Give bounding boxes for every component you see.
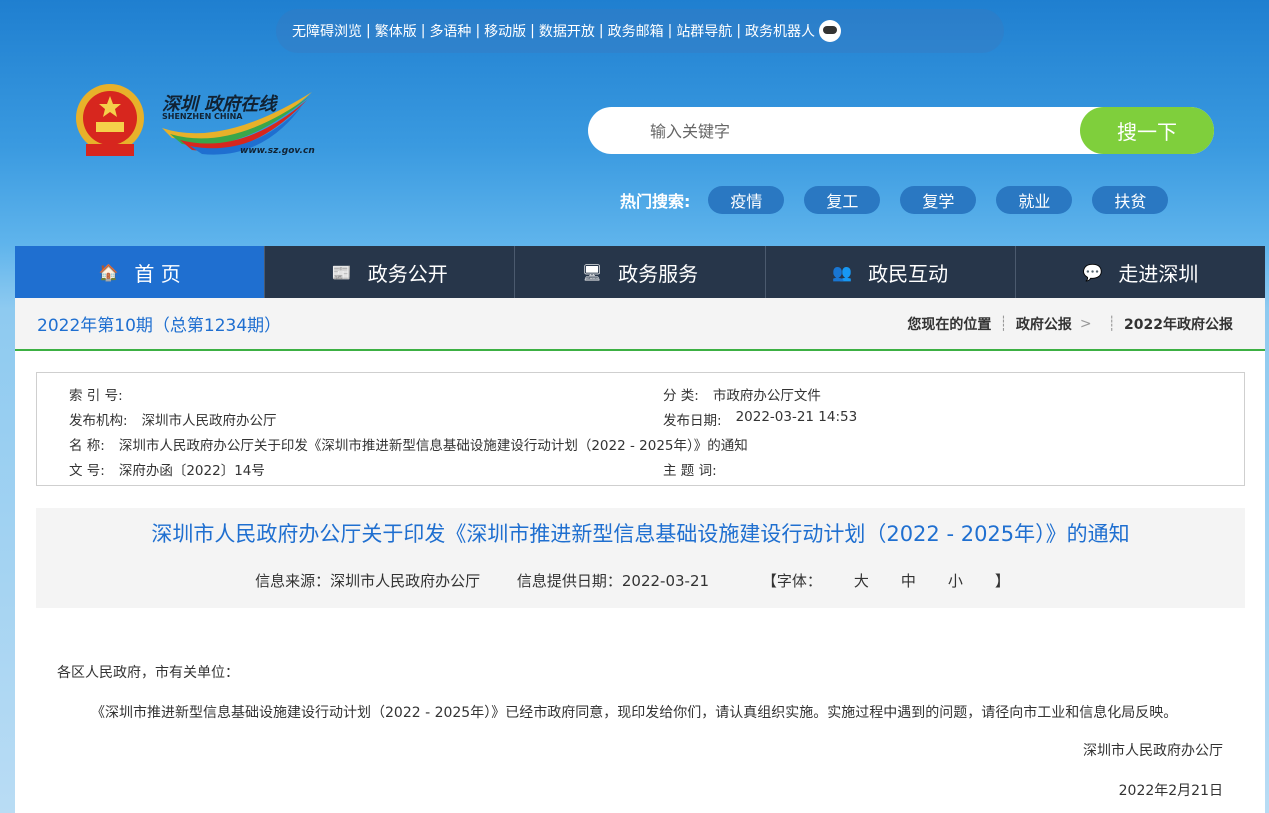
publisher-value: 深圳市人民政府办公厅 — [141, 412, 277, 429]
font-medium-button[interactable]: 中 — [901, 572, 916, 590]
font-label: 【字体： — [761, 572, 822, 590]
location-label: 您现在的位置 — [907, 316, 992, 333]
font-large-button[interactable]: 大 — [854, 572, 869, 590]
nav-gov-services-label: 政务服务 — [618, 261, 699, 286]
robot-icon[interactable] — [819, 20, 842, 42]
nav-gov-affairs-open-label: 政务公开 — [367, 261, 448, 286]
docno-value: 深府办函〔2022〕14号 — [118, 462, 265, 479]
link-mobile[interactable]: 移动版 — [484, 21, 526, 41]
hot-tag-employment[interactable]: 就业 — [996, 186, 1073, 214]
nav-interaction[interactable]: 👥 政民互动 — [766, 246, 1016, 298]
keywords-label: 主 题 词: — [663, 462, 717, 479]
hot-search-label: 热门搜索: — [620, 192, 691, 211]
pubdate-label: 发布日期: — [663, 412, 722, 429]
info-source: 信息来源：深圳市人民政府办公厅 — [255, 572, 481, 590]
nav-interaction-label: 政民互动 — [868, 261, 949, 286]
news-icon: 📰 — [331, 262, 352, 282]
document-signed-date: 2022年2月21日 — [1118, 783, 1223, 799]
name-label: 名 称: — [69, 437, 105, 454]
breadcrumb: 您现在的位置 ┊ 政府公报 > ┊ 2022年政府公报 — [907, 314, 1233, 334]
hot-search: 热门搜索: 疫情 复工 复学 就业 扶贫 — [620, 186, 1188, 214]
chat-icon: 💬 — [1082, 262, 1103, 282]
index-label: 索 引 号: — [69, 387, 123, 404]
hot-tag-poverty[interactable]: 扶贫 — [1092, 186, 1169, 214]
hot-tag-resume-school[interactable]: 复学 — [900, 186, 977, 214]
home-icon: 🏠 — [98, 262, 119, 282]
national-emblem-icon — [76, 84, 144, 156]
font-end: 】 — [994, 572, 1010, 590]
nav-gov-affairs-open[interactable]: 📰 政务公开 — [265, 246, 516, 298]
monitor-icon: 🖥 — [581, 262, 603, 282]
pubdate-value: 2022-03-21 14:53 — [735, 408, 858, 425]
publisher-label: 发布机构: — [69, 412, 128, 429]
issue-number: 2022年第10期（总第1234期） — [37, 316, 282, 336]
hot-tag-resume-work[interactable]: 复工 — [804, 186, 881, 214]
docno-label: 文 号: — [69, 462, 105, 479]
font-small-button[interactable]: 小 — [948, 572, 963, 590]
category-value: 市政府办公厅文件 — [712, 387, 821, 404]
nav-about-shenzhen-label: 走进深圳 — [1118, 261, 1199, 286]
users-icon: 👥 — [832, 262, 853, 282]
link-multilingual[interactable]: 多语种 — [429, 21, 471, 41]
name-value: 深圳市人民政府办公厅关于印发《深圳市推进新型信息基础设施建设行动计划（2022 … — [118, 437, 748, 454]
main-nav: 🏠 首 页 📰 政务公开 🖥 政务服务 👥 政民互动 💬 走进深圳 — [15, 246, 1265, 298]
content-panel: 2022年第10期（总第1234期） 您现在的位置 ┊ 政府公报 > ┊ 202… — [15, 298, 1265, 813]
link-gov-robot[interactable]: 政务机器人 — [745, 21, 815, 41]
document-meta: 索 引 号: 分 类: 市政府办公厅文件 发布机构: 深圳市人民政府办公厅 发布… — [36, 372, 1245, 486]
category-label: 分 类: — [663, 387, 699, 404]
document-signature: 深圳市人民政府办公厅 — [1083, 743, 1223, 759]
breadcrumb-gov-gazette[interactable]: 政府公报 — [1016, 314, 1072, 334]
document-paragraph: 《深圳市推进新型信息基础设施建设行动计划（2022 - 2025年）》已经市政府… — [91, 705, 1178, 721]
search-box: 搜一下 — [588, 107, 1214, 154]
hot-tag-epidemic[interactable]: 疫情 — [708, 186, 785, 214]
link-accessibility[interactable]: 无障碍浏览 — [292, 21, 362, 41]
search-input[interactable] — [650, 119, 1070, 143]
document-info: 信息来源：深圳市人民政府办公厅 信息提供日期：2022-03-21 【字体： 大 中… — [36, 570, 1245, 591]
nav-gov-services[interactable]: 🖥 政务服务 — [515, 246, 766, 298]
link-site-nav[interactable]: 站群导航 — [676, 21, 732, 41]
link-traditional[interactable]: 繁体版 — [375, 21, 417, 41]
nav-home[interactable]: 🏠 首 页 — [15, 246, 266, 298]
info-date: 信息提供日期：2022-03-21 — [516, 572, 710, 590]
nav-about-shenzhen[interactable]: 💬 走进深圳 — [1016, 246, 1265, 298]
breadcrumb-separator: > — [1079, 315, 1092, 332]
top-links-bar: 无障碍浏览 | 繁体版 | 多语种 | 移动版 | 数据开放 | 政务邮箱 | 站群导航 | … — [276, 9, 1004, 53]
link-open-data[interactable]: 数据开放 — [539, 21, 595, 41]
logo-english-text: SHENZHEN CHINA — [162, 112, 243, 121]
font-size-control: 【字体： 大 中 小 】 — [746, 572, 1026, 590]
nav-home-label: 首 页 — [134, 261, 181, 286]
title-box: 深圳市人民政府办公厅关于印发《深圳市推进新型信息基础设施建设行动计划（2022 … — [36, 508, 1245, 608]
document-title: 深圳市人民政府办公厅关于印发《深圳市推进新型信息基础设施建设行动计划（2022 … — [151, 522, 1130, 546]
document-greeting: 各区人民政府，市有关单位： — [57, 665, 239, 681]
sub-header: 2022年第10期（总第1234期） 您现在的位置 ┊ 政府公报 > ┊ 202… — [15, 298, 1265, 351]
link-gov-mail[interactable]: 政务邮箱 — [608, 21, 664, 41]
logo-url-text: www.sz.gov.cn — [240, 146, 315, 156]
search-button[interactable]: 搜一下 — [1080, 107, 1214, 154]
breadcrumb-gazette-2022[interactable]: 2022年政府公报 — [1124, 314, 1233, 334]
